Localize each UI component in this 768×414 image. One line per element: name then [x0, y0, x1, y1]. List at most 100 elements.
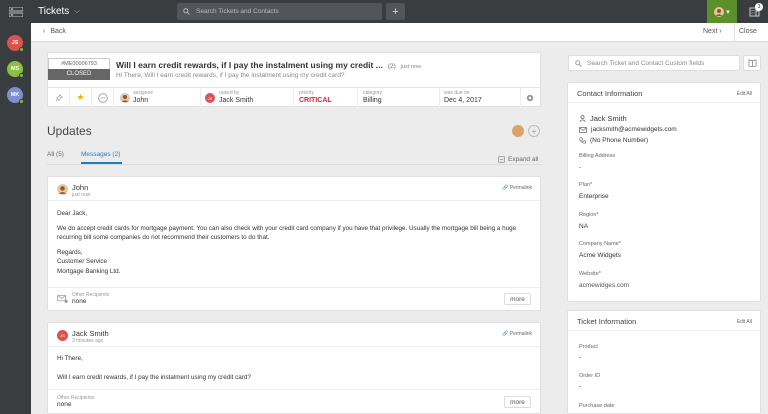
add-button[interactable]: + — [386, 3, 405, 20]
category-field[interactable]: category Billing — [363, 90, 382, 104]
avatar-initials: JS — [11, 40, 19, 46]
search-placeholder: Search Ticket and Contact Custom fields — [587, 59, 705, 67]
agent-status-button[interactable]: ▾ — [707, 0, 737, 23]
global-search-input[interactable]: Search Tickets and Contacts — [177, 3, 382, 20]
contact-name-row[interactable]: Jack Smith — [579, 114, 627, 123]
ticket-id: #ME00006793 — [48, 58, 110, 69]
order-id-label: Order ID — [579, 373, 601, 379]
online-status-dot — [19, 73, 24, 78]
plan-label: Plan* — [579, 182, 593, 188]
recipients-value: none — [57, 401, 72, 408]
tab-messages[interactable]: Messages (2) — [81, 151, 120, 158]
raised-by-value: Jack Smith — [219, 97, 254, 104]
recipients-value: none — [72, 298, 87, 305]
order-id-value[interactable]: - — [579, 383, 581, 390]
add-participant-icon[interactable]: + — [528, 125, 540, 137]
agent-avatar-icon[interactable] — [512, 125, 524, 137]
divider — [439, 88, 440, 108]
tab-all[interactable]: All (5) — [47, 151, 64, 158]
panel-header: Contact Information Edit All — [568, 83, 760, 103]
more-options-icon[interactable] — [92, 87, 114, 108]
menu-icon[interactable] — [0, 0, 32, 23]
divider — [520, 88, 521, 108]
top-bar: Tickets ⌵ — [0, 0, 768, 23]
due-date-value: Dec 4, 2017 — [444, 97, 482, 104]
rail-avatar-js[interactable]: JS — [7, 35, 24, 52]
notification-badge: 3 — [755, 3, 763, 11]
message-author: John — [72, 183, 89, 192]
next-button[interactable]: Next › — [703, 28, 722, 35]
contact-email: jacksmith@acmewidgets.com — [591, 126, 677, 133]
panel-header: Ticket Information Edit All — [568, 311, 760, 331]
raised-by-field[interactable]: raised by Jack Smith — [219, 90, 253, 104]
website-value[interactable]: acmewidges.com — [579, 282, 629, 289]
back-button[interactable]: ‹ Back — [43, 28, 66, 35]
left-rail: JS MS MK — [0, 23, 31, 414]
notifications-button[interactable]: 3 — [740, 0, 768, 23]
assignee-label: assignee — [133, 90, 154, 96]
message-time: just now — [72, 192, 91, 198]
region-value[interactable]: NA — [579, 223, 588, 230]
panel-title: Contact Information — [577, 89, 643, 98]
ticket-time: just now — [400, 64, 421, 70]
company-name-value[interactable]: Acme Widgets — [579, 252, 621, 259]
plan-value[interactable]: Enterprise — [579, 193, 609, 200]
link-icon: 🔗 — [502, 185, 509, 191]
rail-avatar-mk[interactable]: MK — [7, 87, 24, 104]
permalink-link[interactable]: 🔗 Permalink — [502, 331, 532, 337]
message-signature-line: Customer Service — [57, 258, 108, 265]
module-switcher[interactable]: Tickets ⌵ — [38, 6, 176, 17]
custom-fields-search-input[interactable]: Search Ticket and Contact Custom fields — [568, 55, 740, 71]
assignee-field[interactable]: assignee John — [133, 90, 153, 104]
due-date-field[interactable]: was due on Dec 4, 2017 — [444, 90, 482, 104]
due-date-label: was due on — [444, 90, 470, 96]
message-text: Will I earn credit rewards, if I pay the… — [57, 373, 251, 381]
ticket-information-panel: Ticket Information Edit All Product - Or… — [567, 310, 761, 414]
more-button[interactable]: more — [504, 293, 531, 305]
contact-phone-row[interactable]: (No Phone Number) — [579, 137, 648, 144]
user-icon — [579, 115, 586, 122]
ticket-preview: Hi There, Will I earn credit rewards, if… — [116, 72, 345, 79]
search-icon — [575, 59, 582, 67]
chevron-right-icon: › — [719, 28, 722, 35]
divider — [357, 88, 358, 108]
status-badge[interactable]: CLOSED — [48, 69, 110, 80]
book-icon[interactable] — [743, 55, 761, 71]
message-signature-line: Mortgage Banking Ltd. — [57, 267, 121, 275]
thread-count: (2) — [387, 63, 396, 70]
billing-address-value[interactable]: - — [579, 164, 581, 171]
category-value: Billing — [363, 97, 382, 104]
billing-address-label: Billing Address — [579, 153, 616, 159]
contact-name: Jack Smith — [590, 114, 627, 123]
close-button[interactable]: Close — [739, 28, 757, 35]
tabs-divider — [47, 164, 541, 165]
more-button[interactable]: more — [504, 396, 531, 408]
divider — [734, 23, 735, 42]
pin-icon[interactable] — [48, 87, 70, 108]
edit-all-link[interactable]: Edit All — [737, 319, 752, 325]
contact-email-row[interactable]: jacksmith@acmewidgets.com — [579, 126, 677, 133]
ticket-subject[interactable]: Will I earn credit rewards, if I pay the… — [116, 60, 421, 70]
rail-avatar-ms[interactable]: MS — [7, 61, 24, 78]
recipients-icon — [57, 295, 68, 303]
avatar-initials: MS — [10, 66, 20, 72]
product-value[interactable]: - — [579, 354, 581, 361]
ticket-subheader: ‹ Back Next › Close — [31, 23, 768, 42]
message-text: We do accept credit cards for mortgage p… — [57, 224, 517, 242]
chevron-down-icon: ⌵ — [74, 7, 80, 15]
module-title: Tickets — [38, 6, 70, 17]
back-label: Back — [50, 28, 66, 35]
divider — [48, 287, 540, 288]
star-icon[interactable]: ★ — [70, 87, 92, 108]
author-avatar — [57, 184, 68, 195]
divider — [48, 200, 540, 201]
priority-field[interactable]: priority CRITICAL — [299, 90, 332, 104]
panel-title: Ticket Information — [577, 317, 637, 326]
assignee-value: John — [133, 97, 149, 104]
permalink-link[interactable]: 🔗 Permalink — [502, 185, 532, 191]
expand-all-button[interactable]: Expand all — [498, 156, 538, 163]
divider — [200, 88, 201, 108]
settings-icon[interactable] — [526, 94, 534, 102]
edit-all-link[interactable]: Edit All — [737, 91, 752, 97]
region-label: Region* — [579, 212, 599, 218]
